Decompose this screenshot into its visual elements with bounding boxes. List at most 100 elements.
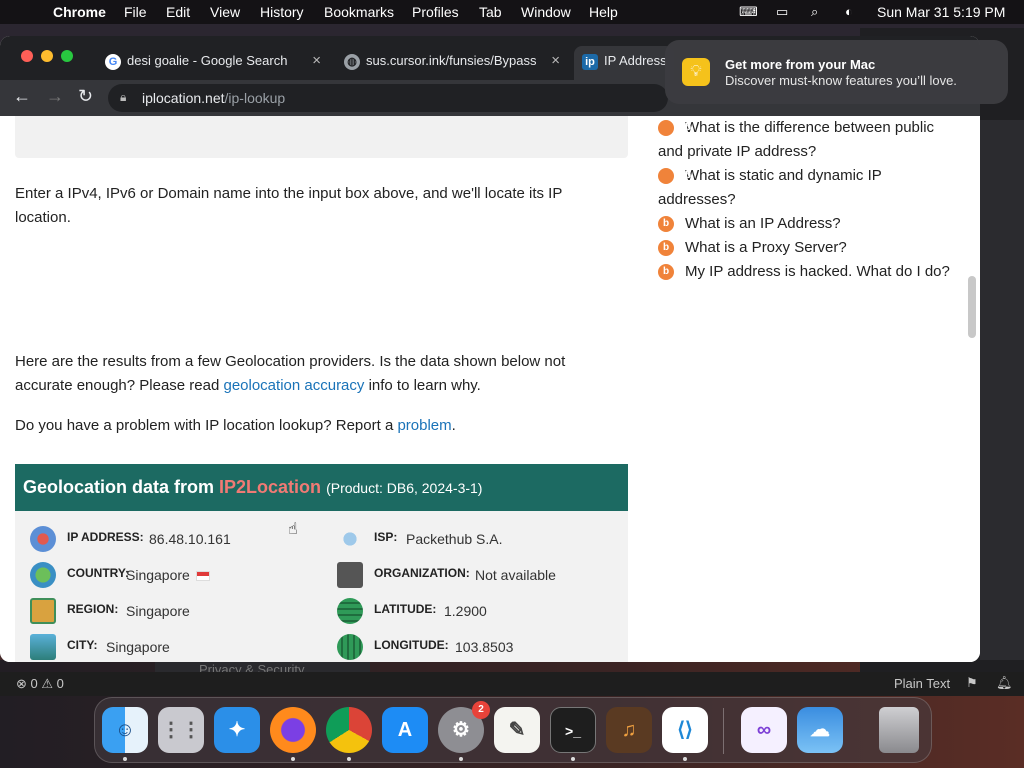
faq-item[interactable]: b What is an IP Address? [658,212,958,236]
menu-window[interactable]: Window [521,4,571,20]
close-tab-icon[interactable]: × [312,52,321,69]
menu-profiles[interactable]: Profiles [412,4,459,20]
ip2location-link[interactable]: IP2Location [219,477,321,497]
field-label: COUNTRY: [67,566,129,580]
menu-app-name[interactable]: Chrome [53,4,106,20]
blogger-icon: b [658,168,691,184]
notification-badge: 2 [472,701,490,719]
address-bar[interactable]: 🔒︎ iplocation.net/ip-lookup [108,84,668,112]
firefox-icon[interactable] [270,707,316,753]
faq-item[interactable]: b What is static and dynamic IP addresses… [658,164,958,212]
faq-link[interactable]: My IP address is hacked. What do I do? [685,263,950,280]
reload-icon[interactable]: ↻ [78,86,93,107]
safari-icon[interactable]: ✦ [214,707,260,753]
menu-bar: Chrome File Edit View History Bookmarks … [0,0,1024,24]
close-tab-icon[interactable]: × [551,52,560,69]
notification-title: Get more from your Mac [725,57,876,72]
problem-link[interactable]: problem [397,417,451,434]
finder-icon[interactable]: ☺ [102,707,148,753]
maximize-window-button[interactable] [61,50,73,62]
keyboard-icon[interactable]: ⌨︎ [739,4,758,20]
notification-banner[interactable]: 💡︎ Get more from your Mac Discover must-… [665,40,1008,104]
search-icon[interactable]: ⌕ [811,4,818,20]
language-mode[interactable]: Plain Text [894,676,950,691]
tab-title: desi goalie - Google Search [127,53,288,68]
page-scrollbar[interactable] [968,276,976,338]
field-label: REGION: [67,602,119,616]
vscode-icon[interactable]: ⟨⟩ [662,707,708,753]
launchpad-icon[interactable]: ⋮⋮ [158,707,204,753]
lookup-box [15,116,628,158]
screen-mirroring-icon[interactable]: ▭ [776,4,788,20]
feedback-icon[interactable]: ⚑ [966,675,978,691]
visual-studio-icon[interactable]: ∞ [741,707,787,753]
faq-list: b What is the difference between public a… [658,116,958,284]
tips-lightbulb-icon: 💡︎ [682,58,710,86]
garageband-icon[interactable]: ♫ [606,707,652,753]
system-settings-icon[interactable]: ⚙ 2 [438,701,490,753]
menu-view[interactable]: View [210,4,240,20]
menu-tab[interactable]: Tab [479,4,502,20]
running-indicator [123,757,127,761]
singapore-flag-icon [195,571,210,581]
back-arrow-icon[interactable]: ← [13,86,31,107]
app-store-icon[interactable]: A [382,707,428,753]
tab-title: IP Address [604,53,667,68]
field-label: ISP: [374,530,398,544]
control-center-icon[interactable]: ◐ [845,4,853,19]
menu-help[interactable]: Help [589,4,618,20]
terminal-icon[interactable]: >_ [550,707,596,753]
menu-history[interactable]: History [260,4,304,20]
field-value: Singapore [106,639,170,655]
field-value: Singapore [126,567,190,583]
faq-item[interactable]: b What is a Proxy Server? [658,236,958,260]
geo-header-prefix: Geolocation data from [23,477,220,497]
chrome-icon[interactable] [326,707,372,753]
globe-icon [30,562,56,588]
forward-arrow-icon[interactable]: → [46,86,64,107]
field-value: 1.2900 [444,603,487,619]
running-indicator [291,757,295,761]
lock-icon[interactable]: 🔒︎ [120,90,126,105]
faq-item[interactable]: b What is the difference between public a… [658,116,958,164]
building-icon [337,562,363,588]
dock: ☺ ⋮⋮ ✦ A ⚙ 2 ✎ >_ ♫ ⟨⟩ ∞ ☁ [94,697,932,763]
faq-item[interactable]: b My IP address is hacked. What do I do? [658,260,958,284]
menu-bookmarks[interactable]: Bookmarks [324,4,394,20]
menu-edit[interactable]: Edit [166,4,190,20]
running-indicator [683,757,687,761]
geo-header-product: (Product: DB6, 2024-3-1) [326,480,483,496]
faq-link[interactable]: What is an IP Address? [685,215,841,232]
close-window-button[interactable] [21,50,33,62]
url-path: /ip-lookup [224,90,286,106]
field-value: 86.48.10.161 [149,531,231,547]
minimize-window-button[interactable] [41,50,53,62]
running-indicator [347,757,351,761]
bell-icon[interactable]: 🔔︎ [996,675,1013,691]
hand-cursor-icon: ☝︎ [288,521,298,538]
textedit-icon[interactable]: ✎ [494,707,540,753]
problems-count[interactable]: ⊗ 0 ⚠ 0 [16,676,64,692]
tab-title: sus.cursor.ink/funsies/Bypass [366,53,537,68]
tab-bypass[interactable]: ◍ sus.cursor.ink/funsies/Bypass × [336,46,568,80]
field-label: IP ADDRESS: [67,530,144,544]
blogger-icon: b [658,264,674,280]
faq-link[interactable]: What is the difference between public an… [658,119,934,160]
menu-clock[interactable]: Sun Mar 31 5:19 PM [877,4,1005,20]
weather-icon[interactable]: ☁ [797,707,843,753]
problem-text: Do you have a problem with IP location l… [15,414,615,438]
menu-file[interactable]: File [124,4,147,20]
dock-separator [723,708,724,754]
longitude-globe-icon [337,634,363,660]
geolocation-data: IP ADDRESS: 86.48.10.161 COUNTRY: Singap… [15,511,628,662]
trash-icon[interactable] [879,707,919,753]
results-text-2: info to learn why. [364,377,481,394]
geolocation-accuracy-link[interactable]: geolocation accuracy [223,377,364,394]
faq-link[interactable]: What is a Proxy Server? [685,239,847,256]
background-app-panel [980,120,1024,660]
faq-link[interactable]: What is static and dynamic IP addresses? [658,167,881,208]
tab-google-search[interactable]: G desi goalie - Google Search × [97,46,329,80]
field-value: 103.8503 [455,639,514,655]
google-icon: G [105,54,121,70]
tab-ip-address[interactable]: ip IP Address [574,46,674,80]
